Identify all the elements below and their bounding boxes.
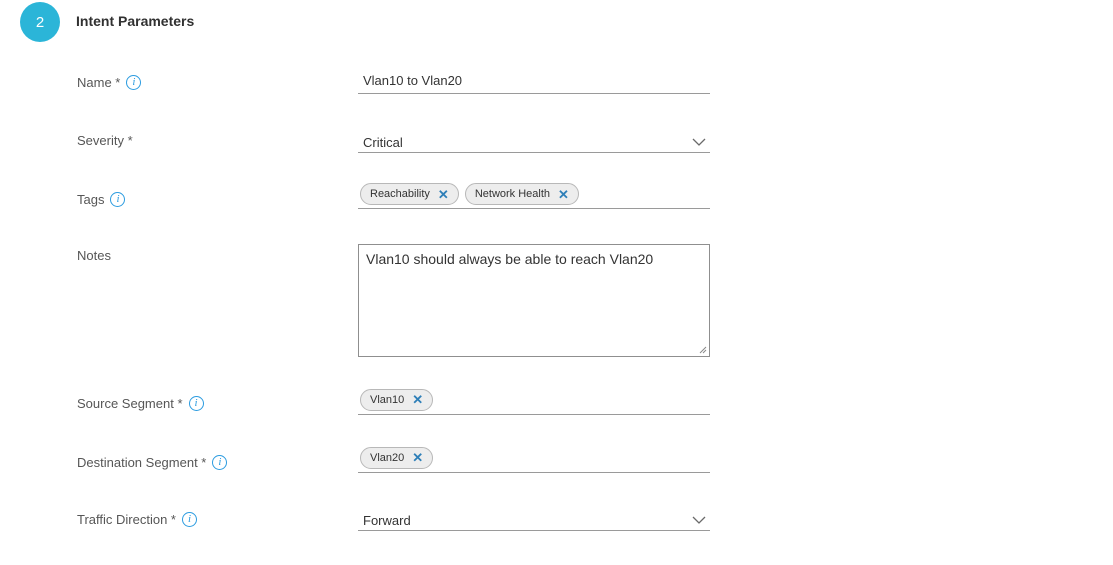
remove-segment-icon[interactable]: ✕ — [412, 451, 423, 464]
remove-tag-icon[interactable]: ✕ — [438, 188, 449, 201]
severity-select[interactable]: Critical — [358, 132, 710, 153]
tag-chip-label: Reachability — [370, 188, 430, 200]
remove-tag-icon[interactable]: ✕ — [558, 188, 569, 201]
source-segment-label-text: Source Segment * — [77, 396, 183, 411]
segment-chip-label: Vlan20 — [370, 451, 405, 464]
name-label: Name * i — [77, 75, 142, 90]
destination-segment-label-text: Destination Segment * — [77, 455, 207, 470]
severity-label: Severity * — [77, 133, 133, 148]
tag-chip: Network Health ✕ — [464, 183, 579, 205]
tag-chip: Reachability ✕ — [360, 183, 459, 205]
notes-label-text: Notes — [77, 248, 111, 263]
info-icon[interactable]: i — [188, 396, 204, 411]
name-input[interactable]: Vlan10 to Vlan20 — [358, 72, 710, 94]
tags-label: Tags i — [77, 192, 126, 207]
remove-segment-icon[interactable]: ✕ — [412, 393, 423, 406]
tag-chip-label: Network Health — [474, 188, 551, 200]
notes-textarea[interactable]: Vlan10 should always be able to reach Vl… — [358, 244, 710, 357]
traffic-direction-select[interactable]: Forward — [358, 510, 710, 531]
info-icon[interactable]: i — [212, 455, 228, 470]
traffic-direction-label: Traffic Direction * i — [77, 512, 197, 527]
info-icon[interactable]: i — [110, 192, 126, 207]
info-icon[interactable]: i — [181, 512, 197, 527]
traffic-direction-label-text: Traffic Direction * — [77, 512, 176, 527]
step-number-badge: 2 — [20, 2, 60, 42]
segment-chip-label: Vlan10 — [370, 393, 405, 406]
name-input-value: Vlan10 to Vlan20 — [363, 73, 463, 88]
section-title: Intent Parameters — [76, 13, 195, 29]
destination-segment-input[interactable]: Vlan20 ✕ — [358, 443, 710, 473]
segment-chip: Vlan20 ✕ — [360, 446, 434, 469]
source-segment-input[interactable]: Vlan10 ✕ — [358, 385, 710, 415]
name-label-text: Name * — [77, 75, 121, 90]
severity-label-text: Severity * — [77, 133, 133, 148]
segment-chip: Vlan10 ✕ — [360, 388, 434, 411]
tags-label-text: Tags — [77, 192, 105, 207]
chevron-down-icon — [692, 516, 706, 524]
source-segment-label: Source Segment * i — [77, 396, 204, 411]
resize-handle-icon[interactable] — [699, 346, 707, 354]
tags-input[interactable]: Reachability ✕ Network Health ✕ — [358, 180, 710, 209]
chevron-down-icon — [692, 138, 706, 146]
traffic-direction-select-value: Forward — [363, 512, 411, 528]
notes-label: Notes — [77, 248, 111, 263]
destination-segment-label: Destination Segment * i — [77, 455, 228, 470]
severity-select-value: Critical — [363, 134, 403, 150]
info-icon[interactable]: i — [126, 75, 142, 90]
notes-textarea-value: Vlan10 should always be able to reach Vl… — [366, 251, 654, 267]
